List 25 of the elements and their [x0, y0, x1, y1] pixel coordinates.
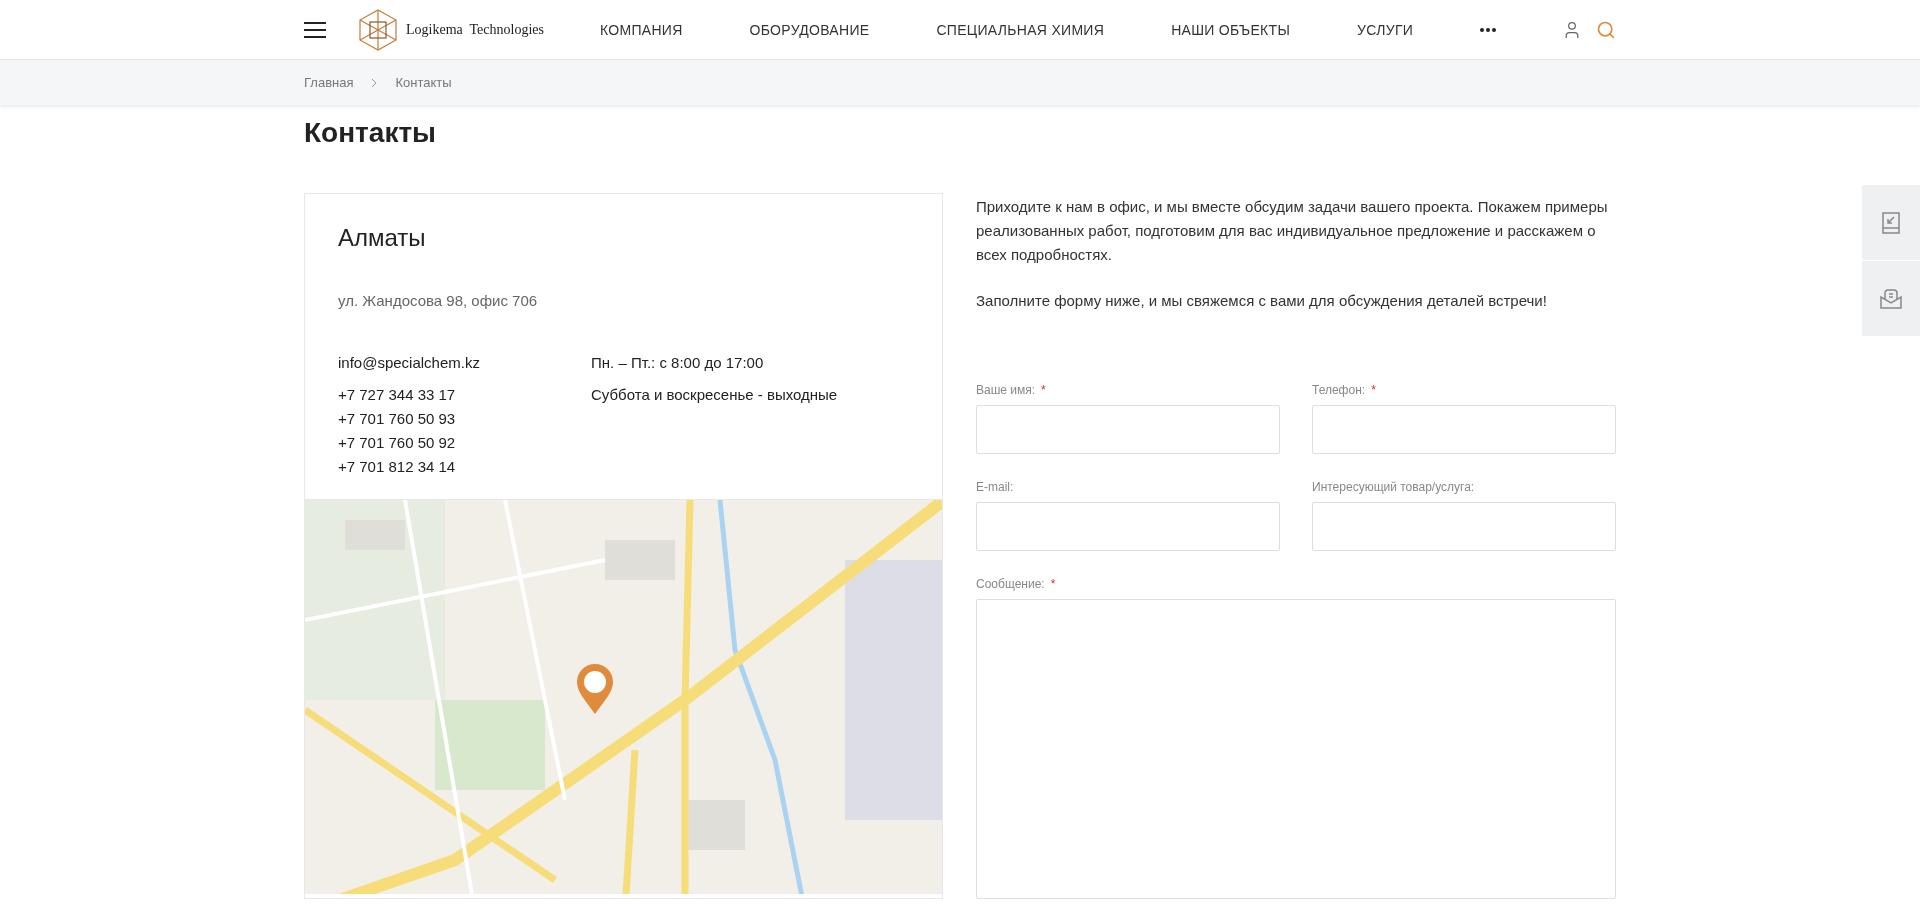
page-title: Контакты: [304, 117, 438, 149]
field-label: Интересующий товар/услуга:: [1312, 480, 1476, 494]
logo-text[interactable]: Logikema Technologies: [406, 21, 544, 38]
field-label: E-mail:: [976, 480, 1015, 494]
field-label: Ваше имя: *: [976, 383, 1047, 397]
phone-number: +7 727 344 33 17: [338, 385, 457, 405]
working-hours: Суббота и воскресенье - выходные: [591, 385, 839, 405]
breadcrumb-link[interactable]: Контакты: [395, 75, 452, 90]
field-label: Сообщение: *: [976, 577, 1057, 591]
nav-link[interactable]: КОМПАНИЯ: [599, 21, 683, 38]
intro-text: Приходите к нам в офис, и мы вместе обсудим задачи вашего проекта. Покажем примеры реализованных работ, подготовим для вас индивидуальное предложение и расскажем о всех подробностях.: [976, 197, 1609, 265]
nav-link[interactable]: НАШИ ОБЪЕКТЫ: [1171, 21, 1291, 38]
phone-number: +7 701 760 50 93: [338, 409, 457, 429]
phone-number: +7 701 812 34 14: [338, 457, 457, 477]
nav-link[interactable]: ОБОРУДОВАНИЕ: [749, 21, 870, 38]
phone-number: +7 701 760 50 92: [338, 433, 457, 453]
field-label: Телефон: *: [1312, 383, 1377, 397]
nav-link[interactable]: УСЛУГИ: [1357, 21, 1414, 38]
intro-text: Заполните форму ниже, и мы свяжемся с вами для обсуждения деталей встречи!: [976, 291, 1548, 311]
nav-link[interactable]: СПЕЦИАЛЬНАЯ ХИМИЯ: [936, 21, 1105, 38]
email-link[interactable]: info@specialchem.kz: [338, 351, 591, 375]
working-hours: Пн. – Пт.: с 8:00 до 17:00: [591, 353, 765, 373]
address: ул. Жандосова 98, офис 706: [338, 292, 539, 309]
breadcrumb-link[interactable]: Главная: [304, 75, 354, 90]
city-name: Алматы: [338, 224, 427, 252]
